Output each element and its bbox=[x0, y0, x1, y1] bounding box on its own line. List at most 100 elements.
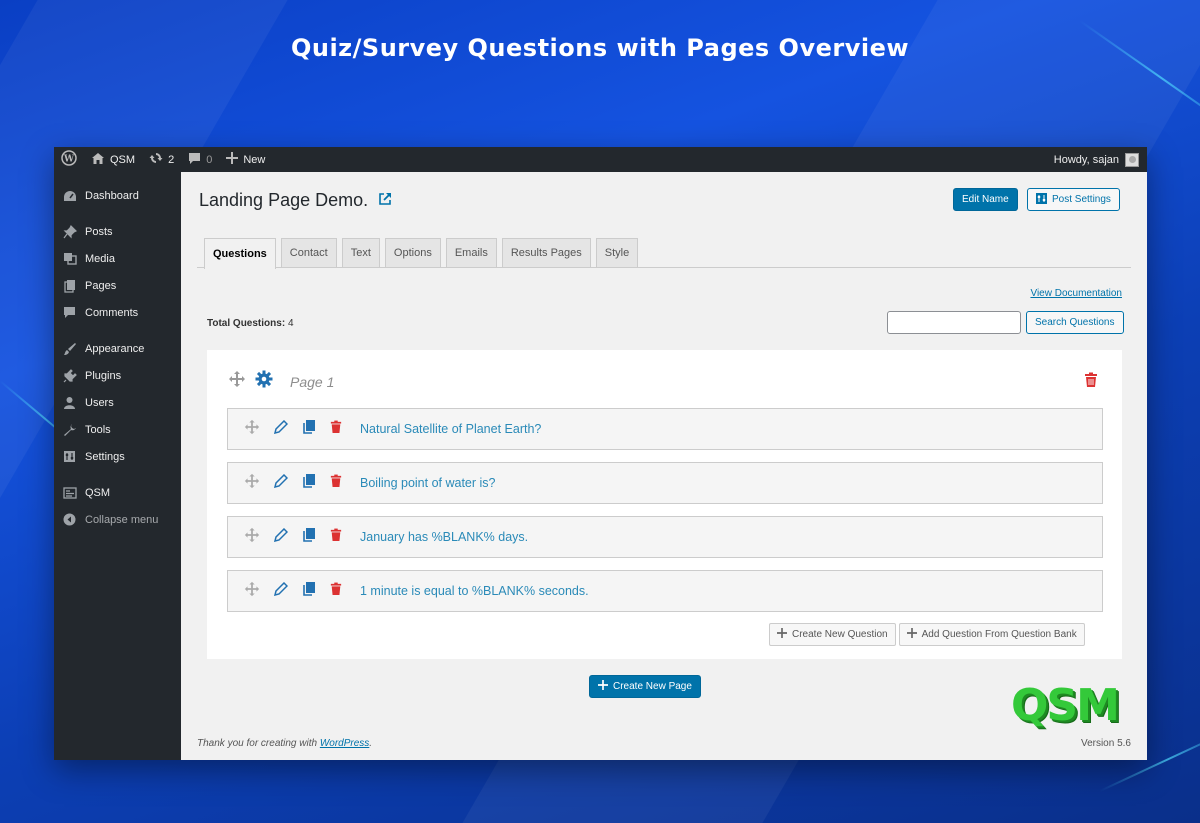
plug-icon bbox=[62, 368, 77, 383]
media-icon bbox=[62, 251, 77, 266]
view-documentation-link[interactable]: View Documentation bbox=[1030, 288, 1122, 299]
create-new-question-button[interactable]: Create New Question bbox=[769, 623, 896, 646]
sidebar-item-label: Tools bbox=[85, 423, 111, 436]
question-text[interactable]: January has %BLANK% days. bbox=[360, 530, 528, 544]
duplicate-icon[interactable] bbox=[302, 581, 316, 601]
post-settings-label: Post Settings bbox=[1052, 194, 1111, 205]
svg-text:W: W bbox=[63, 155, 75, 165]
user-icon bbox=[62, 395, 77, 410]
site-name: QSM bbox=[110, 153, 136, 166]
qsm-logo: QSM bbox=[1011, 680, 1120, 731]
collapse-menu-button[interactable]: Collapse menu bbox=[54, 506, 181, 533]
sidebar-item-media[interactable]: Media bbox=[54, 245, 181, 272]
edit-pencil-icon[interactable] bbox=[273, 581, 289, 601]
search-questions-button[interactable]: Search Questions bbox=[1026, 311, 1124, 334]
add-from-question-bank-button[interactable]: Add Question From Question Bank bbox=[898, 623, 1085, 646]
trash-icon[interactable] bbox=[330, 528, 342, 547]
question-text[interactable]: Boiling point of water is? bbox=[360, 476, 496, 490]
updates-link[interactable]: 2 bbox=[142, 147, 181, 172]
site-name-link[interactable]: QSM bbox=[84, 147, 142, 172]
drag-handle-icon[interactable] bbox=[244, 527, 260, 548]
edit-pencil-icon[interactable] bbox=[273, 527, 289, 547]
collapse-icon bbox=[62, 512, 77, 527]
comments-link[interactable]: 0 bbox=[181, 147, 219, 172]
drag-handle-icon[interactable] bbox=[244, 581, 260, 602]
new-content-link[interactable]: New bbox=[219, 147, 272, 172]
footer-version: Version 5.6 bbox=[1080, 738, 1131, 749]
trash-icon[interactable] bbox=[330, 474, 342, 493]
sidebar-item-label: Comments bbox=[85, 306, 139, 319]
trash-icon[interactable] bbox=[330, 582, 342, 601]
page-header: Page 1 bbox=[228, 370, 334, 393]
question-row[interactable]: Boiling point of water is? bbox=[227, 462, 1103, 504]
updates-count: 2 bbox=[168, 153, 175, 166]
duplicate-icon[interactable] bbox=[302, 419, 316, 439]
trash-icon[interactable] bbox=[330, 420, 342, 439]
drag-handle-icon[interactable] bbox=[244, 419, 260, 440]
edit-pencil-icon[interactable] bbox=[273, 473, 289, 493]
avatar bbox=[1125, 152, 1139, 167]
wrench-icon bbox=[62, 422, 77, 437]
tab-results-pages[interactable]: Results Pages bbox=[501, 238, 591, 267]
sidebar-item-pages[interactable]: Pages bbox=[54, 272, 181, 299]
question-row[interactable]: Natural Satellite of Planet Earth? bbox=[227, 408, 1103, 450]
tab-emails[interactable]: Emails bbox=[445, 238, 497, 267]
total-questions-value: 4 bbox=[287, 318, 294, 329]
create-new-page-label: Create New Page bbox=[613, 681, 692, 692]
edit-name-button[interactable]: Edit Name bbox=[953, 188, 1018, 211]
sidebar-item-posts[interactable]: Posts bbox=[54, 218, 181, 245]
tab-text[interactable]: Text bbox=[341, 238, 380, 267]
sidebar-item-comments[interactable]: Comments bbox=[54, 299, 181, 326]
sidebar-item-users[interactable]: Users bbox=[54, 389, 181, 416]
gear-icon[interactable] bbox=[255, 370, 273, 393]
question-actions: Create New Question Add Question From Qu… bbox=[769, 623, 1085, 646]
post-settings-button[interactable]: Post Settings bbox=[1027, 188, 1120, 211]
page-title: Landing Page Demo. bbox=[199, 190, 392, 211]
sidebar-separator bbox=[54, 470, 181, 479]
wordpress-icon: W bbox=[61, 150, 77, 169]
comments-count: 0 bbox=[206, 153, 213, 166]
quiz-page-card: Page 1 Natural Satellite of Planet Earth… bbox=[207, 350, 1122, 659]
move-icon[interactable] bbox=[228, 370, 246, 393]
tab-style[interactable]: Style bbox=[595, 238, 639, 267]
plus-icon bbox=[906, 628, 917, 641]
pages-icon bbox=[62, 278, 77, 293]
tab-questions[interactable]: Questions bbox=[204, 238, 276, 269]
tab-contact[interactable]: Contact bbox=[280, 238, 337, 267]
sidebar-item-settings[interactable]: Settings bbox=[54, 443, 181, 470]
pin-icon bbox=[62, 224, 77, 239]
wordpress-link[interactable]: WordPress bbox=[320, 738, 369, 749]
sidebar-item-label: Users bbox=[85, 396, 114, 409]
sidebar-item-label: Plugins bbox=[85, 369, 122, 382]
duplicate-icon[interactable] bbox=[302, 473, 316, 493]
question-row[interactable]: 1 minute is equal to %BLANK% seconds. bbox=[227, 570, 1103, 612]
delete-page-icon[interactable] bbox=[1084, 372, 1098, 393]
plus-icon bbox=[226, 152, 239, 167]
question-text[interactable]: 1 minute is equal to %BLANK% seconds. bbox=[360, 584, 589, 598]
search-questions-input[interactable] bbox=[887, 311, 1021, 334]
sidebar-item-appearance[interactable]: Appearance bbox=[54, 335, 181, 362]
footer-thanks-suffix: . bbox=[369, 738, 373, 749]
hero-title: Quiz/Survey Questions with Pages Overvie… bbox=[290, 34, 910, 62]
page-name: Page 1 bbox=[290, 373, 335, 390]
question-row[interactable]: January has %BLANK% days. bbox=[227, 516, 1103, 558]
sidebar-item-dashboard[interactable]: Dashboard bbox=[54, 182, 181, 209]
add-from-question-bank-label: Add Question From Question Bank bbox=[921, 629, 1077, 640]
duplicate-icon[interactable] bbox=[302, 527, 316, 547]
howdy-text: Howdy, sajan bbox=[1053, 153, 1119, 166]
drag-handle-icon[interactable] bbox=[244, 473, 260, 494]
quiz-title: Landing Page Demo. bbox=[199, 190, 369, 210]
edit-pencil-icon[interactable] bbox=[273, 419, 289, 439]
sidebar-separator bbox=[54, 326, 181, 335]
plus-icon bbox=[777, 628, 787, 641]
new-label: New bbox=[243, 153, 266, 166]
sidebar-item-tools[interactable]: Tools bbox=[54, 416, 181, 443]
sidebar-item-plugins[interactable]: Plugins bbox=[54, 362, 181, 389]
external-link-icon[interactable] bbox=[378, 190, 392, 211]
create-new-page-button[interactable]: Create New Page bbox=[589, 675, 701, 698]
wordpress-logo-button[interactable]: W bbox=[54, 147, 84, 172]
tab-options[interactable]: Options bbox=[384, 238, 441, 267]
account-menu[interactable]: Howdy, sajan bbox=[1053, 152, 1147, 167]
sidebar-item-qsm[interactable]: QSM bbox=[54, 479, 181, 506]
question-text[interactable]: Natural Satellite of Planet Earth? bbox=[360, 422, 541, 436]
